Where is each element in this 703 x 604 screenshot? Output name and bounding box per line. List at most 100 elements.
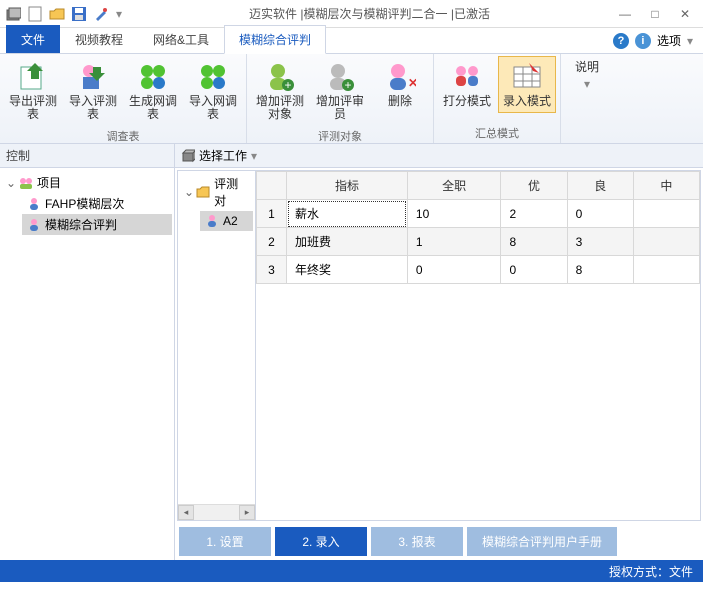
cell[interactable]: 8 <box>567 256 633 284</box>
project-tree: ⌄ 项目 FAHP模糊层次 模糊综合评判 <box>0 168 174 560</box>
import-websurvey-button[interactable]: 导入网调表 <box>184 56 242 126</box>
obj-tree-item-label: A2 <box>223 214 238 228</box>
tree-toggle-icon[interactable]: ⌄ <box>6 176 18 190</box>
qat-dropdown-icon[interactable]: ▾ <box>114 5 124 23</box>
step-input-button[interactable]: 2. 录入 <box>275 527 367 556</box>
group-icon <box>18 175 34 191</box>
save-icon[interactable] <box>70 5 88 23</box>
scroll-right-button[interactable]: ▸ <box>239 505 255 520</box>
col-header[interactable]: 指标 <box>287 172 408 200</box>
gen-websurvey-button[interactable]: 生成网调表 <box>124 56 182 126</box>
cell[interactable] <box>633 228 699 256</box>
cell[interactable]: 1 <box>407 228 501 256</box>
options-label[interactable]: 选项 <box>657 32 681 49</box>
row-index: 3 <box>257 256 287 284</box>
add-object-button[interactable]: +增加评测对象 <box>251 56 309 126</box>
horizontal-scrollbar[interactable]: ◂ ▸ <box>178 504 255 520</box>
step-settings-button[interactable]: 1. 设置 <box>179 527 271 556</box>
tab-fuzzy[interactable]: 模糊综合评判 <box>224 25 326 54</box>
info-icon[interactable]: i <box>635 33 651 49</box>
table-header-row: 指标 全职 优 良 中 <box>257 172 700 200</box>
person-icon <box>26 217 42 233</box>
ribbon-group-label: 评测对象 <box>251 126 429 146</box>
new-icon[interactable] <box>26 5 44 23</box>
table-row[interactable]: 1 薪水 10 2 0 <box>257 200 700 228</box>
obj-tree-root[interactable]: ⌄ 评测对 <box>180 173 253 211</box>
right-panel: 选择工作 ▾ ⌄ 评测对 A2 <box>175 144 703 560</box>
cell[interactable]: 8 <box>501 228 567 256</box>
object-tree-panel: ⌄ 评测对 A2 ◂ ▸ <box>178 171 256 520</box>
table-row[interactable]: 3 年终奖 0 0 8 <box>257 256 700 284</box>
person-icon <box>204 213 220 229</box>
tab-network[interactable]: 网络&工具 <box>138 25 224 53</box>
cell[interactable]: 2 <box>501 200 567 228</box>
tree-toggle-icon[interactable]: ⌄ <box>184 185 196 199</box>
svg-text:+: + <box>284 78 291 92</box>
dropdown-icon[interactable]: ▾ <box>251 149 257 163</box>
svg-text:+: + <box>344 78 351 92</box>
ribbon-group-survey: 导出评测表 导入评测表 生成网调表 导入网调表 调查表 <box>0 54 247 143</box>
tab-file[interactable]: 文件 <box>6 25 60 53</box>
app-icon <box>4 5 22 23</box>
cube-icon <box>181 149 195 163</box>
statusbar: 授权方式：文件 <box>0 560 703 582</box>
folder-icon <box>196 184 212 200</box>
window-title: 迈实软件 |模糊层次与模糊评判二合一 |已激活 <box>128 5 611 22</box>
help-button[interactable]: 说明▾ <box>565 56 609 96</box>
cell[interactable]: 0 <box>501 256 567 284</box>
close-button[interactable]: ✕ <box>671 4 699 24</box>
scroll-left-button[interactable]: ◂ <box>178 505 194 520</box>
obj-tree-item[interactable]: A2 <box>200 211 253 231</box>
minimize-button[interactable]: — <box>611 4 639 24</box>
tab-video[interactable]: 视频教程 <box>60 25 138 53</box>
quick-access-toolbar: ▾ <box>0 5 128 23</box>
data-grid[interactable]: 指标 全职 优 良 中 1 薪水 10 2 0 <box>256 171 700 520</box>
cell[interactable] <box>633 256 699 284</box>
ribbon-tabs: 文件 视频教程 网络&工具 模糊综合评判 ? i 选项 ▾ <box>0 28 703 54</box>
export-survey-button[interactable]: 导出评测表 <box>4 56 62 126</box>
help-icon[interactable]: ? <box>613 33 629 49</box>
delete-button[interactable]: ✕删除 <box>371 56 429 113</box>
options-dropdown-icon[interactable]: ▾ <box>687 34 693 48</box>
step-report-button[interactable]: 3. 报表 <box>371 527 463 556</box>
cell[interactable]: 0 <box>407 256 501 284</box>
import-survey-button[interactable]: 导入评测表 <box>64 56 122 126</box>
cell[interactable]: 加班费 <box>287 228 408 256</box>
svg-text:✕: ✕ <box>408 76 416 90</box>
col-header[interactable]: 良 <box>567 172 633 200</box>
col-header[interactable]: 全职 <box>407 172 501 200</box>
maximize-button[interactable]: □ <box>641 4 669 24</box>
tree-item-label: FAHP模糊层次 <box>45 195 124 212</box>
ribbon-group-mode: 打分模式 录入模式 汇总模式 <box>434 54 561 143</box>
cell[interactable]: 10 <box>407 200 501 228</box>
cell[interactable]: 3 <box>567 228 633 256</box>
manual-button[interactable]: 模糊综合评判用户手册 <box>467 527 617 556</box>
tools-icon[interactable] <box>92 5 110 23</box>
scroll-track[interactable] <box>194 505 239 520</box>
obj-tree-label: 评测对 <box>214 175 249 209</box>
col-header[interactable]: 中 <box>633 172 699 200</box>
window-controls: — □ ✕ <box>611 4 703 24</box>
cell[interactable]: 年终奖 <box>287 256 408 284</box>
tree-item-label: 模糊综合评判 <box>45 216 117 233</box>
open-icon[interactable] <box>48 5 66 23</box>
table-row[interactable]: 2 加班费 1 8 3 <box>257 228 700 256</box>
bottom-button-bar: 1. 设置 2. 录入 3. 报表 模糊综合评判用户手册 <box>175 523 703 560</box>
ribbon: 导出评测表 导入评测表 生成网调表 导入网调表 调查表 +增加评测对象 +增加评… <box>0 54 703 144</box>
status-text: 授权方式：文件 <box>609 563 693 580</box>
tree-root[interactable]: ⌄ 项目 <box>2 172 172 193</box>
score-mode-button[interactable]: 打分模式 <box>438 56 496 113</box>
ribbon-group-label: 调查表 <box>4 126 242 146</box>
cell[interactable] <box>633 200 699 228</box>
col-header[interactable]: 优 <box>501 172 567 200</box>
tree-item-fahp[interactable]: FAHP模糊层次 <box>22 193 172 214</box>
input-mode-button[interactable]: 录入模式 <box>498 56 556 113</box>
work-area: ⌄ 评测对 A2 ◂ ▸ <box>177 170 701 521</box>
tree-item-fuzzy[interactable]: 模糊综合评判 <box>22 214 172 235</box>
ribbon-group-help: 说明▾ <box>561 54 613 143</box>
row-index: 1 <box>257 200 287 228</box>
control-panel-header: 控制 <box>0 144 174 168</box>
add-reviewer-button[interactable]: +增加评审员 <box>311 56 369 126</box>
cell[interactable]: 0 <box>567 200 633 228</box>
cell[interactable]: 薪水 <box>287 200 408 228</box>
